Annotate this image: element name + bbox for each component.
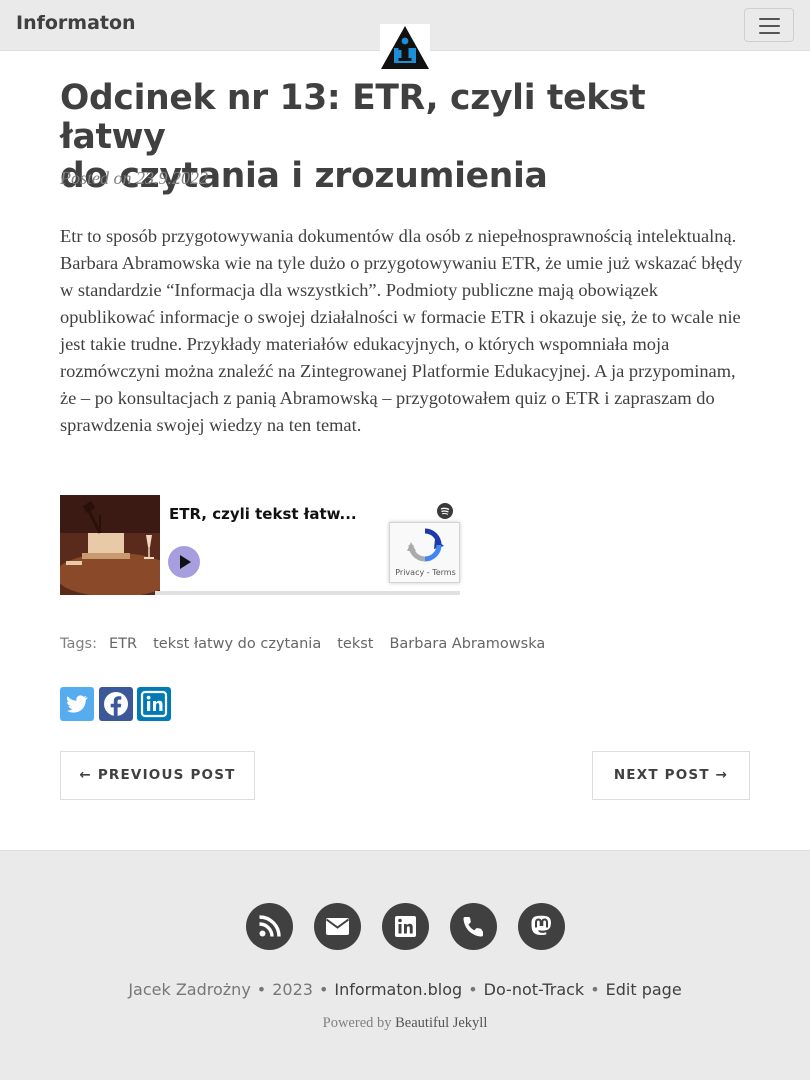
share-twitter-button[interactable] [60,687,94,721]
powered-by-label: Powered by [322,1015,392,1031]
podcast-embed[interactable]: ETR, czyli tekst łatw... Privacy - Terms [60,495,460,595]
episode-progress-bar[interactable] [155,591,460,595]
footer-separator: • [256,980,267,999]
episode-title[interactable]: ETR, czyli tekst łatw... [169,505,357,523]
spotify-icon[interactable] [437,503,453,519]
hamburger-icon [759,18,780,20]
footer-phone-link[interactable] [450,903,497,950]
hamburger-icon [759,25,780,27]
footer-separator: • [590,980,600,999]
linkedin-icon [140,690,168,718]
logo-icon [381,26,429,69]
footer: Jacek Zadrożny • 2023 • Informaton.blog • Do-n… [0,850,810,1080]
recaptcha-separator: - [424,568,433,577]
rss-icon [259,915,281,937]
footer-separator: • [468,980,478,999]
footer-mastodon-link[interactable] [518,903,565,950]
tag-link[interactable]: Barbara Abramowska [389,636,545,652]
post-date: Posted on 23.9.2022 [60,168,208,188]
footer-separator: • [318,980,329,999]
footer-year: 2023 [272,980,313,999]
previous-post-button[interactable]: ← PREVIOUS POST [60,751,255,800]
recaptcha-terms-link[interactable]: Terms [432,568,456,577]
footer-site-link[interactable]: Informaton.blog [334,980,462,999]
beautiful-jekyll-link[interactable]: Beautiful Jekyll [395,1015,487,1031]
recaptcha-links: Privacy - Terms [390,568,461,577]
phone-icon [463,917,483,937]
post-tags: Tags: ETR tekst łatwy do czytania tekst Barb… [60,636,545,652]
navbar: Informaton [0,0,810,70]
recaptcha-icon [407,528,444,562]
tag-link[interactable]: tekst [337,636,373,652]
next-post-button[interactable]: NEXT POST → [592,751,750,800]
twitter-icon [67,695,88,713]
footer-dnt-link[interactable]: Do-not-Track [484,980,585,999]
post-title-line-1: Odcinek nr 13: ETR, czyli tekst łatwy [60,78,646,157]
footer-rss-link[interactable] [246,903,293,950]
footer-edit-link[interactable]: Edit page [606,980,682,999]
footer-author: Jacek Zadrożny [128,980,251,999]
share-linkedin-button[interactable] [137,687,171,721]
linkedin-icon [395,916,416,937]
footer-linkedin-link[interactable] [382,903,429,950]
play-button[interactable] [168,546,200,578]
footer-email-link[interactable] [314,903,361,950]
site-brand-link[interactable]: Informaton [16,12,136,34]
episode-cover-image [60,495,160,595]
mastodon-icon [531,915,551,935]
tag-link[interactable]: ETR [109,636,137,652]
share-facebook-button[interactable] [99,687,133,721]
site-logo[interactable] [380,24,430,70]
recaptcha-privacy-link[interactable]: Privacy [395,568,424,577]
recaptcha-badge[interactable]: Privacy - Terms [389,522,460,583]
powered-by: Powered by Beautiful Jekyll [0,1015,810,1032]
hamburger-icon [759,32,780,34]
footer-info: Jacek Zadrożny • 2023 • Informaton.blog • Do-n… [0,980,810,999]
tags-label: Tags: [60,636,97,652]
menu-toggle-button[interactable] [744,8,794,42]
post-body: Etr to sposób przygotowywania dokumentów… [60,226,743,435]
tag-link[interactable]: tekst łatwy do czytania [153,636,321,652]
email-icon [325,918,350,935]
facebook-icon [104,692,128,717]
